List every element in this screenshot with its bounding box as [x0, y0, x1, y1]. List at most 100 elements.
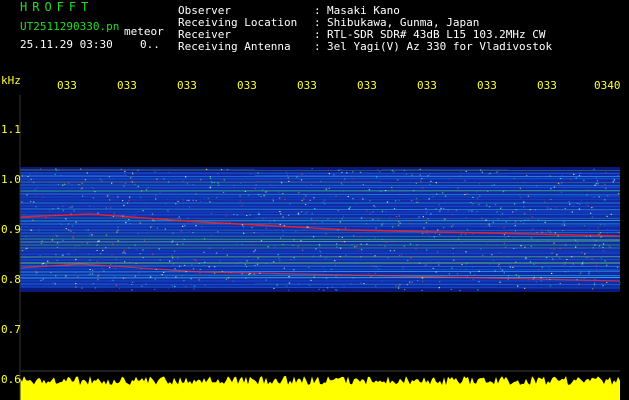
noise-speck [57, 242, 59, 244]
noise-speck [451, 267, 453, 269]
noise-speck [288, 289, 290, 291]
noise-speck [549, 278, 551, 280]
noise-speck [26, 194, 28, 196]
noise-speck [365, 223, 368, 225]
noise-speck [403, 289, 406, 291]
noise-speck [591, 189, 593, 191]
noise-speck [344, 227, 347, 229]
noise-speck [182, 180, 184, 182]
noise-speck [89, 273, 91, 275]
noise-speck [388, 217, 391, 219]
noise-speck [293, 274, 295, 276]
noise-speck [62, 205, 64, 207]
noise-speck [411, 281, 413, 283]
noise-speck [331, 286, 333, 288]
noise-speck [190, 278, 192, 280]
noise-speck [111, 254, 113, 256]
noise-speck [561, 182, 563, 184]
noise-speck [479, 169, 482, 171]
noise-speck [62, 184, 64, 186]
noise-speck [424, 265, 426, 267]
noise-speck [193, 288, 195, 290]
noise-speck [544, 221, 546, 223]
noise-speck [193, 285, 196, 287]
noise-speck [345, 254, 347, 256]
noise-speck [330, 268, 333, 270]
noise-speck [39, 255, 41, 257]
noise-speck [278, 257, 280, 259]
noise-speck [527, 219, 529, 221]
noise-speck [327, 169, 330, 171]
noise-speck [339, 255, 341, 257]
noise-speck [75, 283, 77, 285]
noise-speck [209, 176, 211, 178]
noise-speck [298, 192, 300, 194]
noise-speck [336, 289, 338, 291]
noise-speck [239, 195, 241, 197]
noise-speck [569, 203, 571, 205]
noise-speck [478, 204, 480, 206]
noise-speck [527, 195, 529, 197]
noise-speck [195, 200, 197, 202]
noise-speck [288, 180, 290, 182]
noise-speck [318, 244, 321, 246]
noise-speck [368, 187, 371, 189]
noise-speck [599, 223, 602, 225]
noise-speck [300, 179, 303, 181]
noise-speck [594, 244, 596, 246]
noise-speck [515, 274, 517, 276]
noise-speck [241, 224, 243, 226]
noise-speck [265, 191, 267, 193]
noise-speck [100, 253, 102, 255]
noise-speck [505, 237, 507, 239]
noise-speck [167, 210, 169, 212]
noise-speck [604, 260, 606, 262]
noise-speck [618, 231, 620, 233]
noise-speck [604, 183, 606, 185]
noise-speck [172, 232, 174, 234]
noise-speck [265, 279, 267, 281]
noise-speck [300, 211, 303, 213]
noise-speck [337, 210, 339, 212]
noise-speck [97, 240, 99, 242]
noise-speck [171, 275, 174, 277]
noise-speck [323, 289, 325, 291]
noise-speck [192, 268, 195, 270]
noise-speck [579, 203, 581, 205]
noise-speck [217, 231, 219, 233]
noise-speck [210, 178, 212, 180]
noise-speck [397, 179, 399, 181]
noise-speck [368, 189, 370, 191]
spectral-streak [19, 276, 621, 279]
noise-speck [530, 237, 533, 239]
noise-speck [523, 206, 525, 208]
noise-speck [479, 195, 481, 197]
noise-speck [617, 193, 620, 195]
noise-speck [524, 287, 526, 289]
noise-speck [25, 235, 27, 237]
noise-speck [155, 198, 157, 200]
noise-speck [435, 182, 437, 184]
noise-speck [520, 197, 522, 199]
noise-speck [124, 173, 126, 175]
freq-label-1-1: 1.1 [1, 123, 21, 136]
noise-speck [381, 224, 383, 226]
noise-speck [199, 200, 202, 202]
noise-speck [213, 181, 216, 183]
noise-speck [379, 275, 381, 277]
noise-speck [241, 205, 243, 207]
noise-speck [564, 262, 566, 264]
noise-speck [190, 283, 192, 285]
noise-speck [352, 171, 354, 173]
noise-speck [92, 269, 94, 271]
noise-speck [81, 287, 83, 289]
noise-speck [555, 207, 558, 209]
noise-speck [529, 209, 531, 211]
noise-speck [422, 281, 424, 283]
noise-speck [478, 281, 480, 283]
noise-speck [300, 240, 302, 242]
noise-speck [507, 275, 509, 277]
noise-speck [198, 277, 200, 279]
noise-speck [312, 236, 315, 238]
noise-speck [552, 258, 554, 260]
